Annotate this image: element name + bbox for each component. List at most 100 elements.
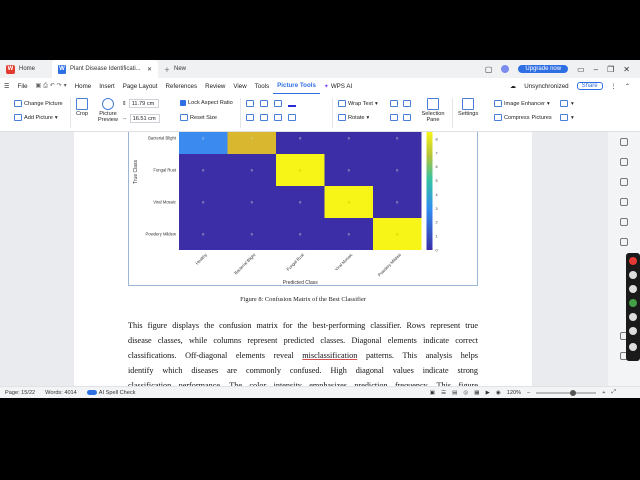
reset-size-button[interactable]: Reset Size	[180, 114, 217, 121]
width-input[interactable]: 16.51 cm	[129, 114, 160, 123]
picture-color-icon[interactable]	[274, 100, 282, 107]
panel-icon[interactable]	[620, 198, 628, 206]
menu-page-layout[interactable]: Page Layout	[119, 83, 162, 90]
menu-references[interactable]: References	[161, 83, 201, 90]
fit-page-icon[interactable]: ⤢	[612, 389, 616, 396]
document-tab[interactable]: W Plant Disease Identificati... ✕	[52, 60, 158, 78]
artistic-effects-icon[interactable]	[274, 114, 282, 121]
menu-wps-ai[interactable]: ✦ WPS AI	[320, 83, 356, 90]
page-indicator[interactable]: Page: 15/22	[0, 390, 40, 396]
zoom-slider[interactable]	[536, 389, 597, 396]
confusion-matrix-figure[interactable]: 2 7 0 0 0 0 0 9 0 0 0 0 0 9 0 0 0 0 0 9 Bacterial Blight Fung…	[128, 132, 478, 286]
column-tick-label: Healthy	[194, 252, 208, 266]
group-icon[interactable]	[403, 100, 411, 107]
ai-spell-check-toggle[interactable]: AI Spell Check	[82, 390, 141, 396]
share-button[interactable]: Share	[576, 82, 603, 90]
timer-icon[interactable]	[629, 285, 637, 293]
maximize-icon[interactable]: ❐	[607, 65, 614, 74]
menu-insert[interactable]: Insert	[95, 83, 118, 90]
height-input[interactable]: 11.79 cm	[128, 99, 159, 108]
read-mode-icon[interactable]: ▦	[474, 390, 479, 396]
document-page[interactable]: 2 7 0 0 0 0 0 9 0 0 0 0 0 9 0 0 0 0 0 9 Bacterial Blight Fung…	[74, 132, 532, 386]
add-picture-icon	[14, 114, 22, 121]
add-picture-label: Add Picture	[24, 114, 53, 121]
hamburger-icon[interactable]: ☰	[0, 83, 14, 90]
sync-status[interactable]: Unsynchronized	[524, 83, 568, 90]
picture-border-icon[interactable]	[260, 100, 268, 107]
lock-aspect-checkbox[interactable]: Lock Aspect Ratio	[180, 100, 233, 106]
zoom-in-icon[interactable]: +	[602, 390, 605, 396]
add-picture-button[interactable]: Add Picture ▾	[14, 114, 58, 121]
spelling-flag-word[interactable]: misclassification	[302, 351, 357, 360]
new-tab-label: New	[174, 66, 187, 72]
y-axis-label: True Class	[133, 160, 139, 184]
quick-access-icons[interactable]: ▣ ⎙ ↶ ↷ ▾	[32, 82, 71, 90]
gear-icon[interactable]	[629, 343, 637, 351]
menu-tools[interactable]: Tools	[251, 83, 273, 90]
column-tick-label: Fungal Rust	[285, 252, 305, 272]
panel-icon[interactable]	[620, 138, 628, 146]
change-picture-button[interactable]: Change Picture	[14, 100, 63, 107]
selection-pane-button[interactable]: Selection Pane	[420, 98, 446, 123]
menu-picture-tools[interactable]: Picture Tools	[273, 78, 320, 94]
close-window-icon[interactable]: ✕	[623, 65, 630, 74]
transparency-icon[interactable]	[246, 114, 254, 121]
body-paragraph[interactable]: This figure displays the confusion matri…	[128, 318, 478, 386]
zoom-out-icon[interactable]: –	[527, 390, 530, 396]
zoom-slider-knob[interactable]	[570, 389, 577, 396]
panel-icon[interactable]	[620, 238, 628, 246]
extra-tool-icon[interactable]	[560, 114, 568, 121]
avatar[interactable]	[501, 65, 510, 73]
zoom-level[interactable]: 120%	[507, 390, 521, 396]
picture-preview-button[interactable]: Picture Preview	[96, 98, 120, 123]
file-menu[interactable]: File	[14, 83, 32, 90]
tab-list-icon[interactable]: ▢	[485, 65, 493, 74]
web-layout-icon[interactable]: ◎	[463, 390, 468, 396]
upgrade-button[interactable]: Upgrade now	[518, 65, 569, 73]
play-icon[interactable]: ▶	[486, 390, 490, 396]
pause-icon[interactable]	[629, 313, 637, 321]
extra-tool-icon[interactable]	[560, 100, 568, 107]
height-field-group: ⇕ 11.79 cm	[122, 99, 159, 108]
camera-icon[interactable]	[629, 271, 637, 279]
send-backward-icon[interactable]	[403, 114, 411, 121]
paragraph-line: identify which diseases are commonly con…	[128, 366, 478, 375]
wrap-text-button[interactable]: Wrap Text ▾	[338, 100, 378, 107]
settings-button[interactable]: Settings	[458, 98, 478, 117]
panel-icon[interactable]	[620, 218, 628, 226]
cloud-sync-icon[interactable]: ☁	[510, 83, 516, 90]
view-mode-icon[interactable]: ▣	[430, 390, 435, 396]
outline-view-icon[interactable]: ☰	[441, 390, 446, 396]
compress-pictures-button[interactable]: Compress Pictures	[494, 114, 552, 121]
panel-icon[interactable]	[620, 158, 628, 166]
crop-button[interactable]: Crop	[76, 98, 88, 117]
print-layout-icon[interactable]: ▤	[452, 390, 457, 396]
word-count[interactable]: Words: 4014	[40, 390, 82, 396]
minimize-icon[interactable]: –	[594, 65, 598, 74]
shadow-icon[interactable]	[260, 114, 268, 121]
more-icon[interactable]: ⋮	[611, 83, 617, 90]
window-layout-icon[interactable]: ▭	[577, 65, 585, 74]
more-styles-icon[interactable]	[288, 114, 296, 121]
align-icon[interactable]	[390, 100, 398, 107]
bring-forward-icon[interactable]	[390, 114, 398, 121]
outline-color-icon[interactable]	[288, 100, 296, 107]
document-workspace[interactable]: 2 7 0 0 0 0 0 9 0 0 0 0 0 9 0 0 0 0 0 9 Bacterial Blight Fung…	[0, 132, 640, 386]
menu-home[interactable]: Home	[71, 83, 96, 90]
picture-effects-icon[interactable]	[246, 100, 254, 107]
close-tab-icon[interactable]: ✕	[147, 66, 152, 73]
rotate-button[interactable]: Rotate ▾	[338, 114, 369, 121]
new-tab-button[interactable]: ＋ New	[158, 60, 192, 78]
paragraph-line: classifications. Off-diagonal elements r…	[128, 348, 478, 363]
menu-review[interactable]: Review	[201, 83, 229, 90]
eye-icon[interactable]: ◉	[496, 390, 501, 396]
picture-style-row-2	[246, 114, 296, 121]
stop-icon[interactable]	[629, 327, 637, 335]
home-tab[interactable]: W Home	[0, 60, 52, 78]
menu-view[interactable]: View	[229, 83, 250, 90]
record-icon[interactable]	[629, 257, 637, 265]
panel-icon[interactable]	[620, 178, 628, 186]
microphone-icon[interactable]	[629, 299, 637, 307]
image-enhancer-button[interactable]: Image Enhancer ▾	[494, 100, 550, 107]
collapse-ribbon-icon[interactable]: ⌃	[625, 83, 630, 90]
